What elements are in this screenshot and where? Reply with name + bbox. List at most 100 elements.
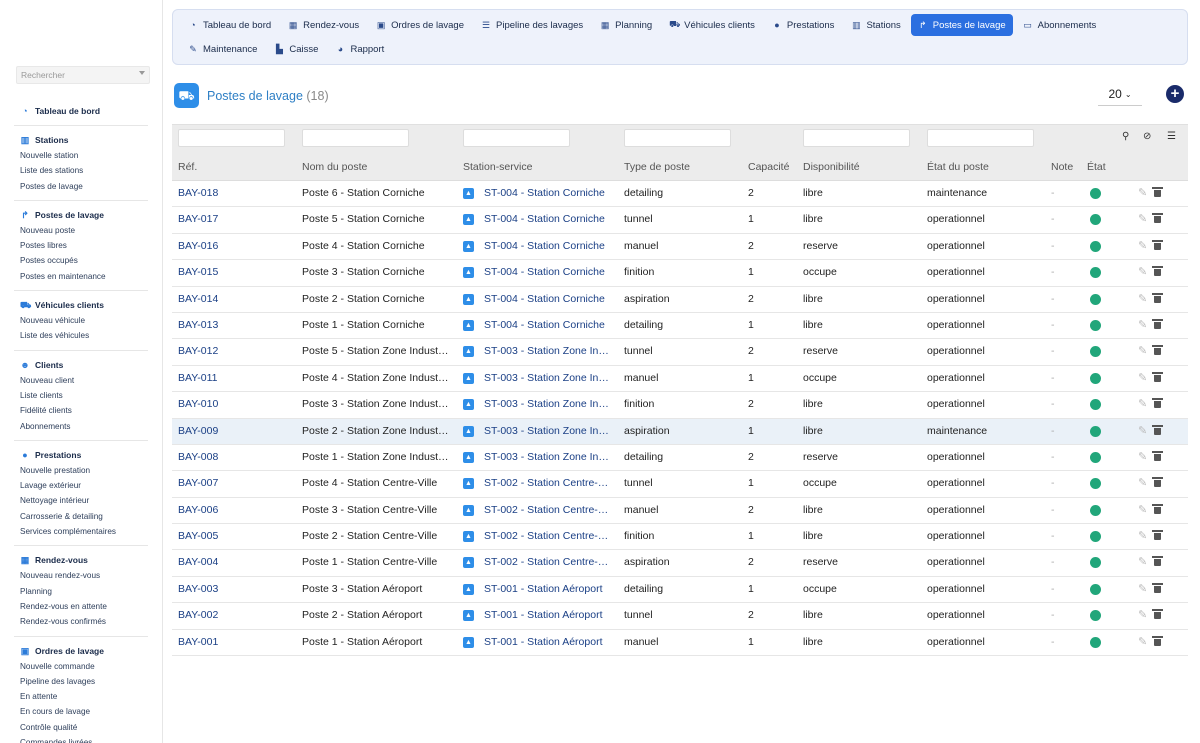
row-ref-link[interactable]: BAY-015 [178,266,296,278]
table-row[interactable]: BAY-012 Poste 5 - Station Zone Indust… ▲ ST… [172,339,1188,366]
trash-icon[interactable] [1152,609,1163,620]
row-ref-link[interactable]: BAY-003 [178,583,296,595]
table-row[interactable]: BAY-013 Poste 1 - Station Corniche ▲ ST-004… [172,313,1188,340]
trash-icon[interactable] [1152,424,1163,435]
sidebar-item[interactable]: Postes libres [20,238,148,253]
sidebar-item[interactable]: Postes occupés [20,253,148,268]
filter-name-input[interactable] [302,129,409,147]
row-station-link[interactable]: ST-003 - Station Zone In… [484,398,610,410]
row-station-link[interactable]: ST-004 - Station Corniche [484,293,610,305]
trash-icon[interactable] [1152,371,1163,382]
column-list-icon[interactable]: ☰ [1167,131,1176,142]
table-row[interactable]: BAY-011 Poste 4 - Station Zone Indust… ▲ ST… [172,366,1188,393]
filter-ref-input[interactable] [178,129,285,147]
edit-icon[interactable]: ✎ [1138,608,1147,621]
trash-icon[interactable] [1152,635,1163,646]
filter-state-input[interactable] [927,129,1034,147]
page-size-select[interactable]: 20 ⌄ [1098,86,1142,106]
edit-icon[interactable]: ✎ [1138,344,1147,357]
sidebar-item[interactable]: Services complémentaires [20,524,148,539]
table-row[interactable]: BAY-005 Poste 2 - Station Centre-Ville ▲ ST… [172,524,1188,551]
row-ref-link[interactable]: BAY-018 [178,187,296,199]
row-station-link[interactable]: ST-002 - Station Centre-… [484,477,610,489]
trash-icon[interactable] [1152,213,1163,224]
edit-icon[interactable]: ✎ [1138,212,1147,225]
table-row[interactable]: BAY-007 Poste 4 - Station Centre-Ville ▲ ST… [172,471,1188,498]
table-row[interactable]: BAY-010 Poste 3 - Station Zone Indust… ▲ ST… [172,392,1188,419]
sidebar-item[interactable]: Pipeline des lavages [20,674,148,689]
row-station-link[interactable]: ST-004 - Station Corniche [484,187,610,199]
trash-icon[interactable] [1152,477,1163,488]
edit-icon[interactable]: ✎ [1138,371,1147,384]
edit-icon[interactable]: ✎ [1138,424,1147,437]
edit-icon[interactable]: ✎ [1138,397,1147,410]
edit-icon[interactable]: ✎ [1138,239,1147,252]
table-row[interactable]: BAY-016 Poste 4 - Station Corniche ▲ ST-004… [172,234,1188,261]
nav-tab-tableau-de-bord[interactable]: ◔ Tableau de bord [181,14,278,36]
table-row[interactable]: BAY-003 Poste 3 - Station Aéroport ▲ ST-001… [172,577,1188,604]
sidebar-item[interactable]: Liste clients [20,388,148,403]
row-ref-link[interactable]: BAY-010 [178,398,296,410]
row-station-link[interactable]: ST-001 - Station Aéroport [484,583,610,595]
edit-icon[interactable]: ✎ [1138,635,1147,648]
sidebar-item[interactable]: Liste des véhicules [20,328,148,343]
row-ref-link[interactable]: BAY-012 [178,345,296,357]
column-header-note[interactable]: Note [1051,161,1073,173]
row-ref-link[interactable]: BAY-017 [178,213,296,225]
row-ref-link[interactable]: BAY-007 [178,477,296,489]
table-row[interactable]: BAY-015 Poste 3 - Station Corniche ▲ ST-004… [172,260,1188,287]
edit-icon[interactable]: ✎ [1138,555,1147,568]
sidebar-item[interactable]: Nouveau véhicule [20,313,148,328]
sidebar-item[interactable]: Carrosserie & detailing [20,509,148,524]
column-header-availability[interactable]: Disponibilité [803,161,860,173]
column-header-station[interactable]: Station-service [463,161,532,173]
sidebar-section-header[interactable]: ◔ Tableau de bord [20,103,148,119]
sidebar-item[interactable]: Fidélité clients [20,403,148,418]
sidebar-item[interactable]: Contrôle qualité [20,720,148,735]
trash-icon[interactable] [1152,503,1163,514]
sidebar-item[interactable]: Postes en maintenance [20,269,148,284]
sidebar-item[interactable]: Abonnements [20,419,148,434]
row-ref-link[interactable]: BAY-009 [178,425,296,437]
sidebar-item[interactable]: Liste des stations [20,163,148,178]
table-row[interactable]: BAY-006 Poste 3 - Station Centre-Ville ▲ ST… [172,498,1188,525]
sidebar-section-header[interactable]: ⛟ Véhicules clients [20,297,148,313]
column-header-ref[interactable]: Réf. [178,161,197,173]
nav-tab-stations[interactable]: ▥ Stations [844,14,907,36]
sidebar-section-header[interactable]: ▣ Ordres de lavage [20,643,148,659]
column-header-state[interactable]: État du poste [927,161,989,173]
edit-icon[interactable]: ✎ [1138,265,1147,278]
nav-tab-rapport[interactable]: ◕ Rapport [328,38,391,60]
trash-icon[interactable] [1152,266,1163,277]
edit-icon[interactable]: ✎ [1138,503,1147,516]
nav-tab-pipeline-des-lavages[interactable]: ☰ Pipeline des lavages [474,14,590,36]
search-icon[interactable]: ⚲ [1122,131,1129,142]
clear-filter-icon[interactable]: ⊘ [1143,131,1151,142]
sidebar-item[interactable]: Planning [20,584,148,599]
sidebar-item[interactable]: Nouveau rendez-vous [20,568,148,583]
trash-icon[interactable] [1152,345,1163,356]
sidebar-item[interactable]: Commandes livrées [20,735,148,743]
trash-icon[interactable] [1152,187,1163,197]
nav-tab-planning[interactable]: ▦ Planning [593,14,659,36]
sidebar-item[interactable]: En cours de lavage [20,704,148,719]
nav-tab-rendez-vous[interactable]: ▦ Rendez-vous [281,14,366,36]
row-ref-link[interactable]: BAY-008 [178,451,296,463]
filter-station-input[interactable] [463,129,570,147]
trash-icon[interactable] [1152,292,1163,303]
row-station-link[interactable]: ST-003 - Station Zone In… [484,372,610,384]
nav-tab-maintenance[interactable]: ✎ Maintenance [181,38,264,60]
table-row[interactable]: BAY-001 Poste 1 - Station Aéroport ▲ ST-001… [172,630,1188,657]
column-header-capacity[interactable]: Capacité [748,161,789,173]
sidebar-item[interactable]: Nouveau poste [20,223,148,238]
edit-icon[interactable]: ✎ [1138,582,1147,595]
row-station-link[interactable]: ST-001 - Station Aéroport [484,636,610,648]
table-row[interactable]: BAY-018 Poste 6 - Station Corniche ▲ ST-004… [172,181,1188,208]
nav-tab-caisse[interactable]: ▙ Caisse [267,38,325,60]
table-row[interactable]: BAY-009 Poste 2 - Station Zone Indust… ▲ ST… [172,418,1188,445]
row-station-link[interactable]: ST-004 - Station Corniche [484,240,610,252]
table-row[interactable]: BAY-002 Poste 2 - Station Aéroport ▲ ST-001… [172,603,1188,630]
row-station-link[interactable]: ST-001 - Station Aéroport [484,609,610,621]
filter-availability-input[interactable] [803,129,910,147]
column-header-name[interactable]: Nom du poste [302,161,367,173]
